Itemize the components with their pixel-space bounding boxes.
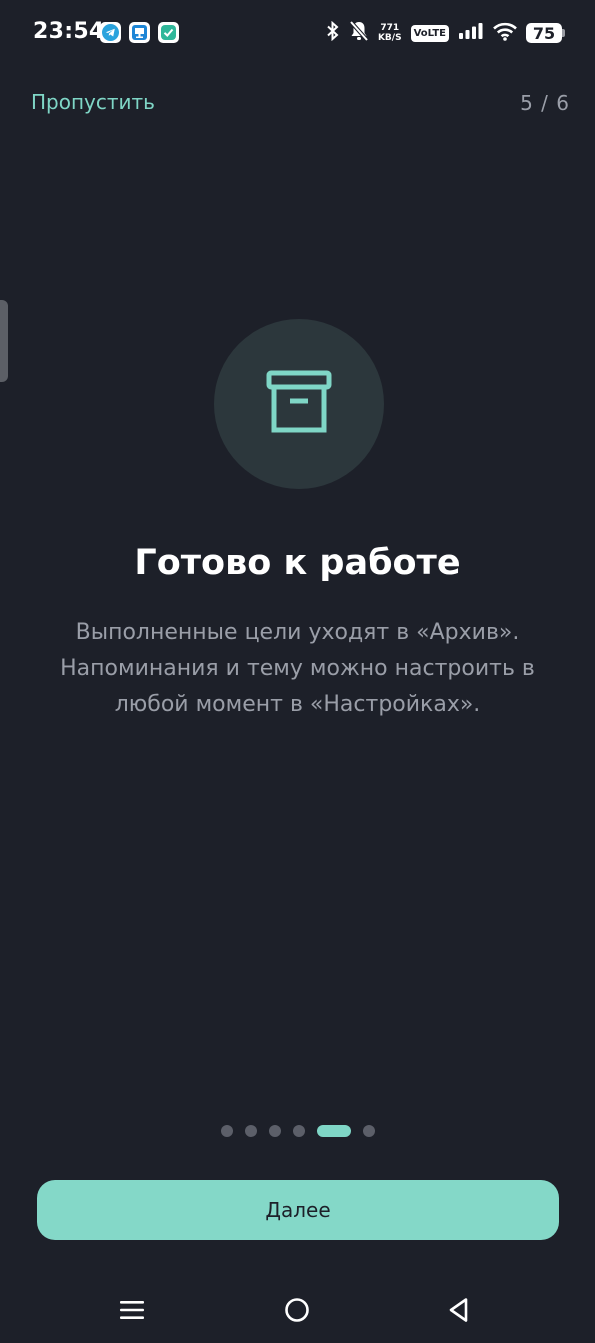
pager-dot: [292, 1125, 305, 1137]
bell-muted-icon: [349, 20, 369, 46]
battery-tip: [562, 29, 565, 37]
next-button[interactable]: Далее: [37, 1180, 559, 1240]
telegram-icon: [100, 22, 121, 43]
page-title: Готово к работе: [134, 543, 461, 583]
battery-indicator: 75: [526, 23, 565, 43]
archive-box-icon: [265, 368, 333, 440]
signal-icon: [458, 22, 484, 44]
desktop-app-icon: [129, 22, 150, 43]
menu-icon[interactable]: [117, 1295, 147, 1325]
pager-dot: [362, 1125, 375, 1137]
hero-icon-circle: [214, 319, 384, 489]
pager-dot: [244, 1125, 257, 1137]
pager-dot: [220, 1125, 233, 1137]
wifi-icon: [493, 22, 517, 45]
network-speed: 771 KB/S: [378, 23, 402, 43]
check-app-icon: [158, 22, 179, 43]
edge-panel-handle[interactable]: [0, 300, 8, 382]
net-speed-value: 771: [380, 23, 400, 33]
system-nav-bar: [0, 1285, 595, 1343]
status-time: 23:54: [33, 19, 105, 44]
net-speed-unit: KB/S: [377, 33, 402, 43]
pager-dot-active: [316, 1125, 351, 1137]
system-status: 771 KB/S VoLTE 75: [326, 20, 565, 46]
volte-badge: VoLTE: [410, 24, 449, 42]
skip-button[interactable]: Пропустить: [31, 90, 155, 114]
pager-dots: [0, 1124, 595, 1138]
bluetooth-icon: [326, 20, 340, 45]
back-icon[interactable]: [444, 1295, 474, 1325]
notification-icons: [100, 22, 179, 43]
status-bar: 23:54 771 KB/S VoLTE 75: [0, 0, 595, 64]
onboarding-screen: 23:54 771 KB/S VoLTE 75 Пропустить 5 / 6…: [0, 0, 595, 1343]
pager-dot: [268, 1125, 281, 1137]
page-counter: 5 / 6: [520, 91, 570, 115]
battery-level: 75: [526, 23, 562, 43]
page-description: Выполненные цели уходят в «Архив». Напом…: [60, 620, 535, 717]
home-icon[interactable]: [282, 1295, 312, 1325]
